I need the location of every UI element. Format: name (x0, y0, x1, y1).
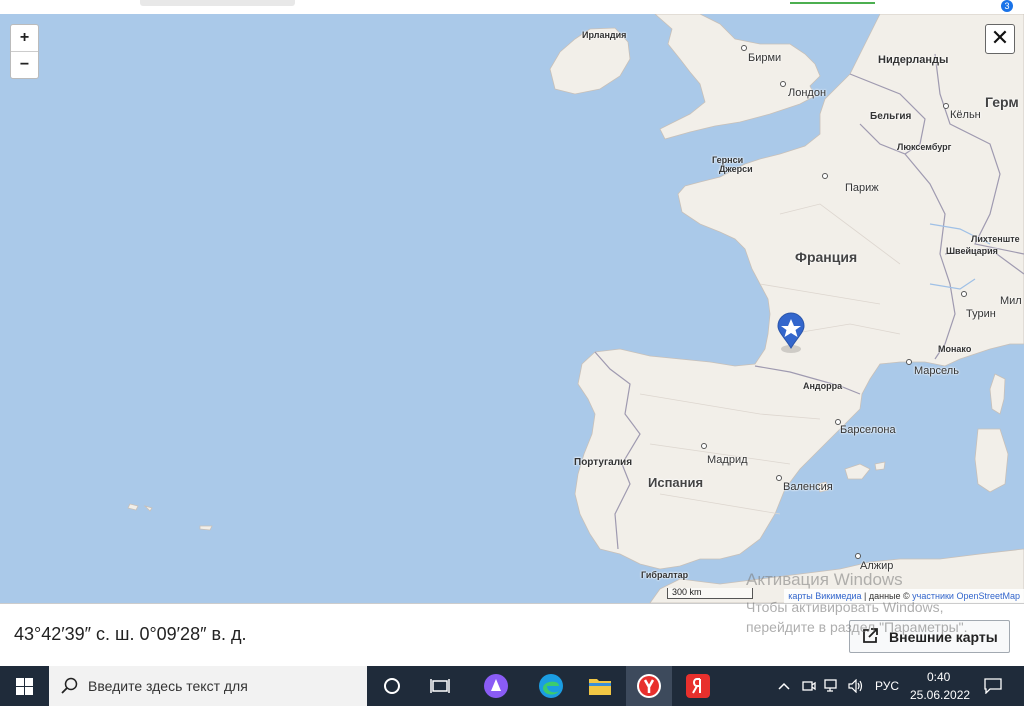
label-netherlands: Нидерланды (878, 54, 949, 66)
activation-line-2: перейдите в раздел "Параметры". (746, 619, 968, 635)
label-monaco: Монако (938, 344, 972, 354)
tray-chevron-button[interactable] (775, 666, 793, 706)
label-cologne: Кёльн (950, 109, 981, 121)
label-germany: Герм (985, 94, 1019, 110)
label-portugal: Португалия (574, 457, 633, 468)
yandex-browser-icon (637, 674, 661, 698)
activation-watermark-title: Активация Windows (746, 570, 903, 589)
start-button[interactable] (0, 666, 48, 706)
browser-top-strip: 3 (0, 0, 1024, 14)
label-jersey: Джерси (719, 164, 753, 174)
label-paris: Париж (845, 182, 879, 194)
tray-volume-button[interactable] (846, 666, 866, 706)
activation-line-1: Чтобы активировать Windows, (746, 599, 944, 615)
coordinates-text: 43°42′39″ с. ш. 0°09′28″ в. д. (14, 624, 247, 644)
city-dot-madrid (701, 443, 707, 449)
activation-watermark-text: Чтобы активировать Windows, перейдите в … (746, 597, 968, 637)
scale-label: 300 km (672, 587, 702, 597)
city-dot-birmingham (741, 45, 747, 51)
land-sardinia (974, 428, 1009, 493)
tray-meet-button[interactable] (800, 666, 818, 706)
land-britain (654, 14, 821, 140)
label-madrid: Мадрид (707, 454, 748, 466)
zoom-out-button[interactable]: − (11, 51, 38, 78)
label-turin: Турин (966, 308, 996, 320)
notification-icon (984, 678, 1002, 694)
label-belgium: Бельгия (870, 111, 912, 122)
close-button[interactable]: ✕ (985, 24, 1015, 54)
tray-network-button[interactable] (822, 666, 842, 706)
language-indicator[interactable]: РУС (875, 679, 899, 693)
yandex-browser-button[interactable] (626, 666, 672, 706)
city-dot-paris (822, 173, 828, 179)
network-icon (824, 679, 837, 692)
edge-browser-icon (539, 674, 563, 698)
alice-app-button[interactable] (476, 666, 516, 706)
close-icon: ✕ (990, 25, 1010, 50)
clock-time[interactable]: 0:40 (927, 670, 950, 684)
city-dot-turin (961, 291, 967, 297)
label-gibraltar: Гибралтар (641, 570, 689, 580)
label-valencia: Валенсия (783, 481, 833, 493)
label-milan: Мил (1000, 295, 1022, 307)
camera-icon (802, 681, 816, 691)
yandex-app-button[interactable] (676, 666, 720, 706)
task-view-icon (430, 679, 450, 693)
label-marseille: Марсель (914, 365, 959, 377)
label-switzerland: Швейцария (946, 246, 998, 256)
clock-date[interactable]: 25.06.2022 (910, 688, 970, 702)
land-menorca (874, 461, 886, 471)
edge-app-button[interactable] (530, 666, 572, 706)
zoom-control: + − (10, 24, 39, 79)
address-bar-fragment[interactable] (140, 0, 295, 6)
label-liechtenstein: Лихтенште (971, 234, 1020, 244)
city-dot-algiers (855, 553, 861, 559)
label-spain: Испания (648, 475, 704, 490)
chevron-up-icon (778, 682, 790, 690)
cortana-button[interactable] (372, 666, 412, 706)
windows-logo-icon (15, 677, 33, 695)
map-basemap (127, 14, 1024, 603)
zoom-in-button[interactable]: + (11, 25, 38, 51)
cortana-circle-icon (384, 678, 400, 694)
search-placeholder: Введите здесь текст для (88, 678, 248, 694)
task-view-button[interactable] (420, 666, 460, 706)
action-center-button[interactable] (975, 666, 1011, 706)
label-ireland: Ирландия (582, 30, 627, 40)
alice-assistant-icon (484, 674, 508, 698)
label-london: Лондон (788, 87, 827, 99)
label-luxembourg: Люксембург (897, 142, 952, 152)
scale-bar: 300 km (667, 588, 753, 599)
notification-badge[interactable]: 3 (995, 0, 1013, 12)
city-dot-valencia (776, 475, 782, 481)
label-france: Франция (795, 249, 858, 265)
file-explorer-button[interactable] (580, 666, 620, 706)
land-azores (127, 503, 213, 531)
label-andorra: Андорра (803, 381, 843, 391)
map-canvas[interactable]: Ирландия Бирми Лондон Нидерланды Герм Бе… (0, 14, 1024, 603)
speaker-icon (848, 679, 863, 693)
folder-icon (589, 679, 611, 695)
city-dot-cologne (943, 103, 949, 109)
label-birmingham: Бирми (748, 52, 782, 64)
map-viewer: 3 Ирландия Бирми Лондон Нидерланды Герм … (0, 0, 1024, 706)
taskbar: Введите здесь текст для РУС 0:40 25.06.2… (0, 666, 1024, 706)
taskbar-search[interactable]: Введите здесь текст для (49, 666, 367, 706)
city-dot-london (780, 81, 786, 87)
land-balearic (844, 463, 871, 480)
city-dot-marseille (906, 359, 912, 365)
search-icon (61, 677, 78, 694)
land-corsica (989, 373, 1006, 415)
badge-count: 3 (1001, 0, 1013, 12)
label-barcelona: Барселона (840, 424, 896, 436)
progress-fragment (790, 2, 875, 4)
yandex-logo-icon (686, 674, 710, 698)
